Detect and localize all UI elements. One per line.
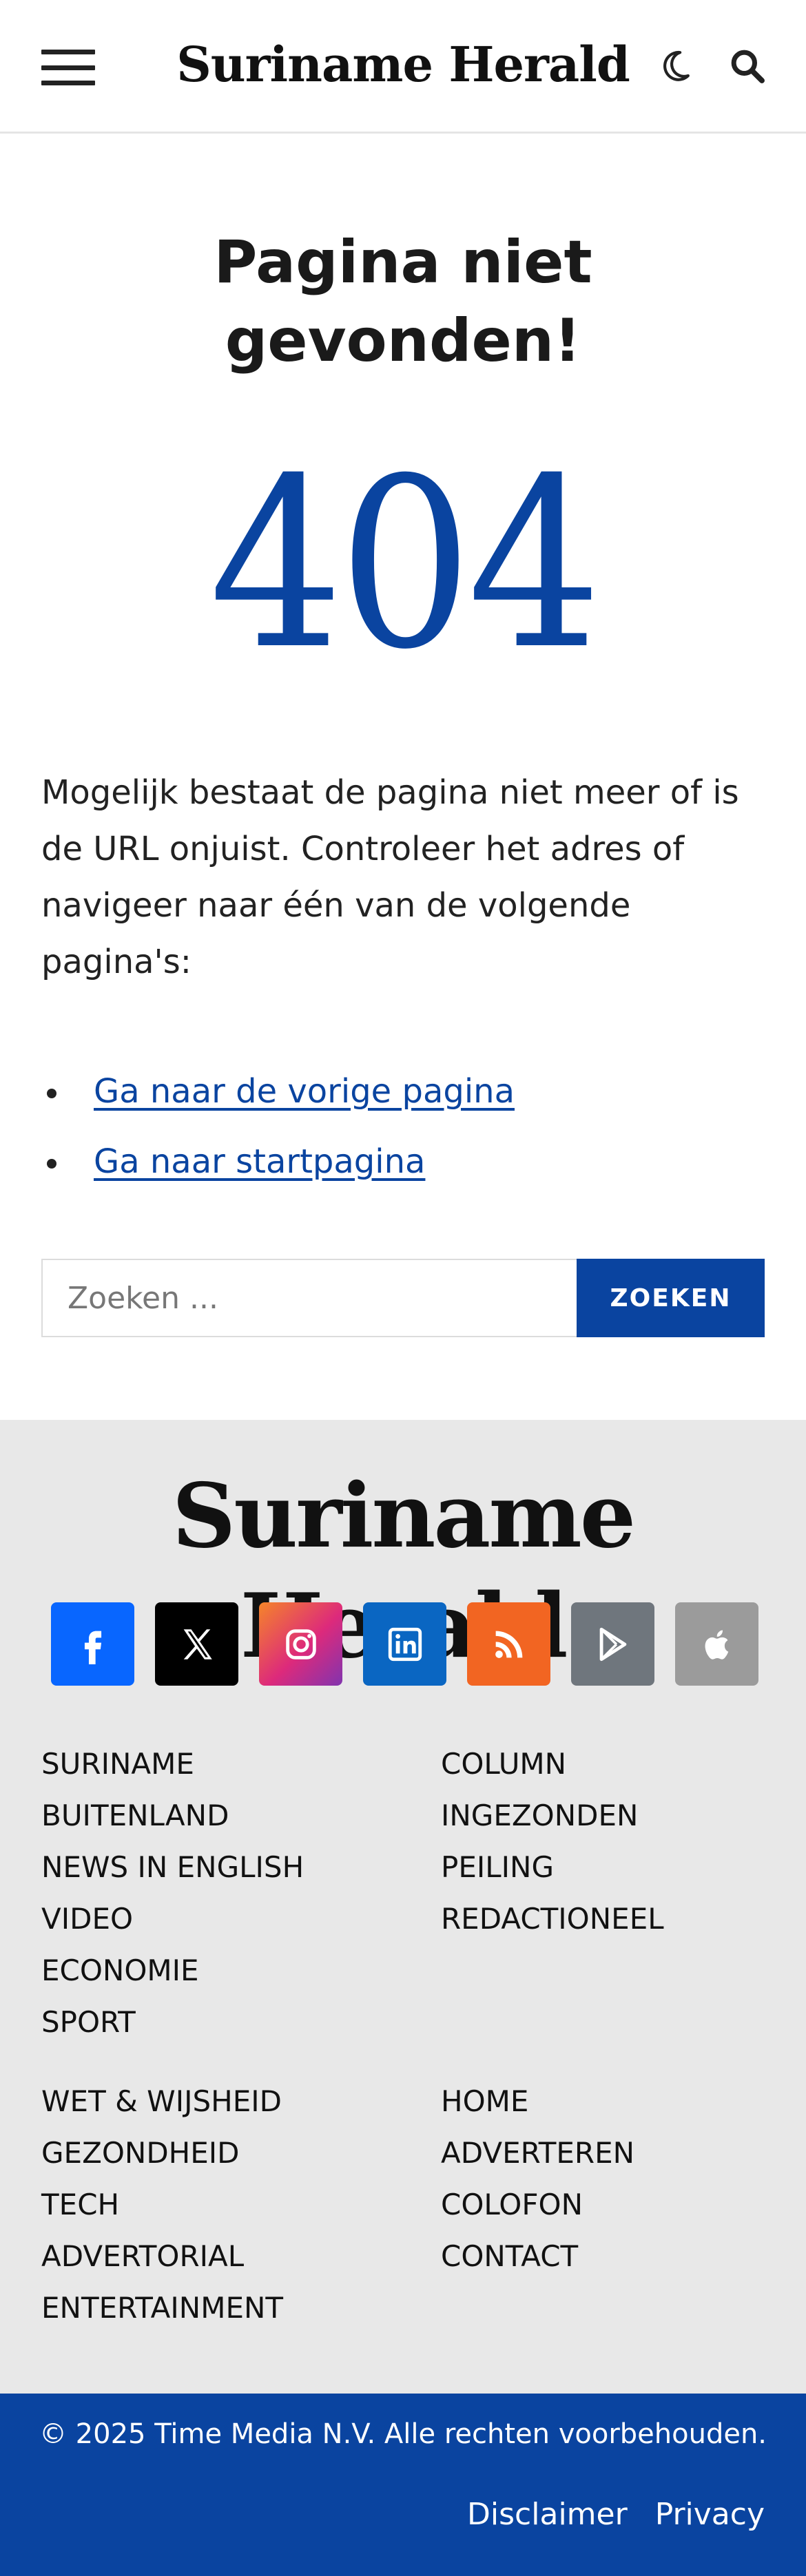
copyright-text: © 2025 Time Media N.V. Alle rechten voor…: [39, 2418, 767, 2450]
footer-link-home[interactable]: HOME: [441, 2075, 765, 2127]
footer-link-contact[interactable]: CONTACT: [441, 2230, 765, 2282]
search-form: ZOEKEN: [41, 1259, 765, 1337]
legal-links: Disclaimer Privacy: [467, 2497, 765, 2532]
footer-link-gezondheid[interactable]: GEZONDHEID: [41, 2127, 441, 2179]
footer-link-column[interactable]: COLUMN: [441, 1738, 765, 1790]
moon-icon[interactable]: [655, 47, 694, 85]
search-button[interactable]: ZOEKEN: [577, 1259, 765, 1337]
instagram-icon[interactable]: [259, 1602, 342, 1686]
footer-link-adverteren[interactable]: ADVERTEREN: [441, 2127, 765, 2179]
footer-link-video[interactable]: VIDEO: [41, 1893, 441, 1945]
footer-link-entertainment[interactable]: ENTERTAINMENT: [41, 2282, 441, 2334]
list-item: Ga naar de vorige pagina: [41, 1056, 765, 1127]
footer-link-wet-wijsheid[interactable]: WET & WIJSHEID: [41, 2075, 441, 2127]
footer-link-colofon[interactable]: COLOFON: [441, 2179, 765, 2230]
footer-link-buitenland[interactable]: BUITENLAND: [41, 1790, 441, 1841]
search-icon[interactable]: [728, 47, 767, 85]
footer-link-suriname[interactable]: SURINAME: [41, 1738, 441, 1790]
disclaimer-link[interactable]: Disclaimer: [467, 2497, 628, 2532]
social-links: [51, 1602, 758, 1686]
footer-link-peiling[interactable]: PEILING: [441, 1841, 765, 1893]
linkedin-icon[interactable]: [363, 1602, 446, 1686]
footer-menu-column: COLUMN INGEZONDEN PEILING REDACTIONEEL: [441, 1738, 765, 2048]
search-input[interactable]: [41, 1259, 577, 1337]
apple-icon[interactable]: [675, 1602, 758, 1686]
footer-menu-column: SURINAME BUITENLAND NEWS IN ENGLISH VIDE…: [41, 1738, 441, 2048]
footer-menu-column: WET & WIJSHEID GEZONDHEID TECH ADVERTORI…: [41, 2075, 441, 2334]
footer-link-advertorial[interactable]: ADVERTORIAL: [41, 2230, 441, 2282]
main-content: Pagina niet gevonden! 404 Mogelijk besta…: [0, 134, 806, 1337]
footer-bottom-bar: © 2025 Time Media N.V. Alle rechten voor…: [0, 2394, 806, 2576]
site-header: Suriname Herald: [0, 0, 806, 134]
footer-link-ingezonden[interactable]: INGEZONDEN: [441, 1790, 765, 1841]
footer-menu-more: WET & WIJSHEID GEZONDHEID TECH ADVERTORI…: [41, 2075, 765, 2334]
google-play-icon[interactable]: [571, 1602, 654, 1686]
footer-link-redactioneel[interactable]: REDACTIONEEL: [441, 1893, 765, 1945]
rss-icon[interactable]: [467, 1602, 550, 1686]
footer-link-news-in-english[interactable]: NEWS IN ENGLISH: [41, 1841, 441, 1893]
facebook-icon[interactable]: [51, 1602, 134, 1686]
page-title: Pagina niet gevonden!: [214, 228, 592, 375]
footer-link-economie[interactable]: ECONOMIE: [41, 1945, 441, 1996]
x-icon[interactable]: [155, 1602, 238, 1686]
intro-text: Mogelijk bestaat de pagina niet meer of …: [41, 773, 739, 981]
home-page-link[interactable]: Ga naar startpagina: [94, 1142, 425, 1181]
helpful-links: Ga naar de vorige pagina Ga naar startpa…: [41, 1056, 765, 1197]
footer-link-tech[interactable]: TECH: [41, 2179, 441, 2230]
privacy-link[interactable]: Privacy: [655, 2497, 765, 2532]
footer-menu-sections: SURINAME BUITENLAND NEWS IN ENGLISH VIDE…: [41, 1738, 765, 2048]
list-item: Ga naar startpagina: [41, 1127, 765, 1197]
error-code: 404: [209, 428, 602, 701]
footer-menu-column: HOME ADVERTEREN COLOFON CONTACT: [441, 2075, 765, 2334]
footer-link-sport[interactable]: SPORT: [41, 1996, 441, 2048]
previous-page-link[interactable]: Ga naar de vorige pagina: [94, 1072, 515, 1111]
